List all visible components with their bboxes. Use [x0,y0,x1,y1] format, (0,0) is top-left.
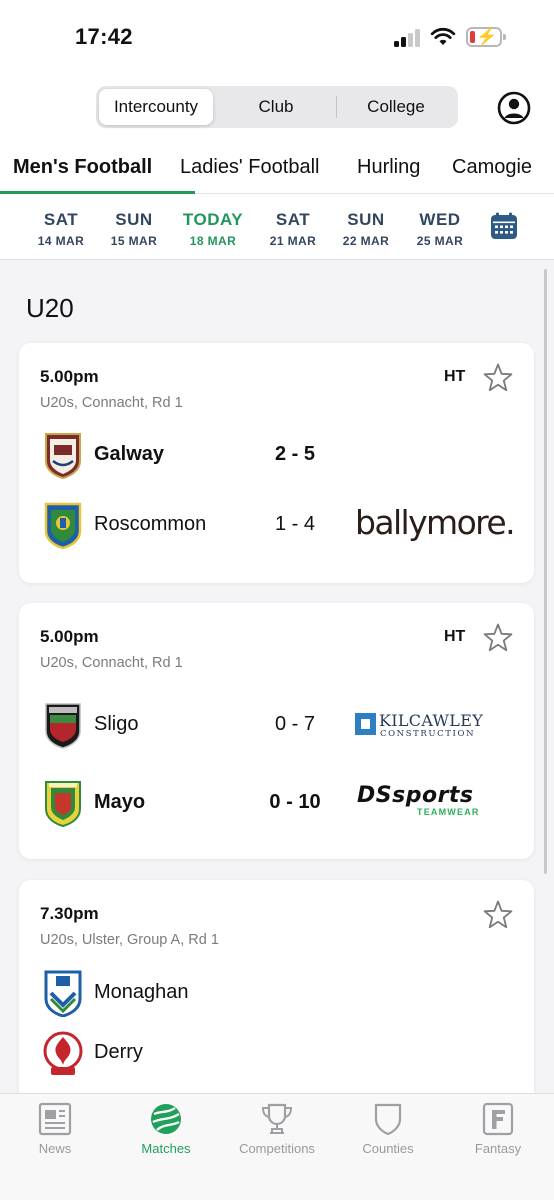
team-name: Roscommon [94,513,207,535]
status-time: 17:42 [75,24,133,49]
cellular-signal-icon [394,29,422,47]
tab-matches[interactable]: Matches [111,1102,221,1156]
matches-list[interactable]: U20 5.00pm U20s, Connacht, Rd 1 HT Galwa… [0,261,554,1093]
team-name: Derry [94,1041,143,1063]
team-row: Monaghan [43,969,523,1017]
section-title: U20 [26,293,74,323]
date-item[interactable]: SAT 21 MAR [253,210,333,248]
date-item[interactable]: SUN 15 MAR [94,210,174,248]
football-icon [151,1104,181,1134]
shield-icon [374,1103,402,1136]
tab-camogie[interactable]: Camogie [452,156,532,179]
roscommon-crest-icon [44,502,82,549]
sport-tabs: Men's Football Ladies' Football Hurling … [0,152,554,194]
star-icon[interactable] [482,622,514,654]
trophy-icon [261,1103,293,1134]
tab-fantasy[interactable]: Fantasy [443,1102,553,1156]
match-time: 5.00pm [40,627,99,646]
person-circle-icon[interactable] [497,91,531,125]
date-item[interactable]: SUN 22 MAR [326,210,406,248]
star-icon[interactable] [482,362,514,394]
match-card[interactable]: 5.00pm U20s, Connacht, Rd 1 HT Galway 2 … [19,343,534,583]
tab-ladies-football[interactable]: Ladies' Football [180,156,319,179]
match-status: HT [444,368,466,385]
bottom-tab-bar: News Matches Competitions Counties Fanta… [0,1093,554,1200]
team-row: Derry [43,1029,523,1077]
team-score: 1 - 4 [274,513,316,535]
match-card[interactable]: 5.00pm U20s, Connacht, Rd 1 HT Sligo 0 -… [19,603,534,859]
match-time: 7.30pm [40,904,99,923]
date-item[interactable]: N AR [0,210,10,248]
match-competition: U20s, Ulster, Group A, Rd 1 [40,932,219,948]
galway-crest-icon [45,433,81,479]
date-item-today[interactable]: TODAY 18 MAR [173,210,253,248]
status-bar: 17:42 ⚡ [0,0,554,70]
derry-crest-icon [43,1031,83,1075]
match-status: HT [444,628,466,645]
team-name: Monaghan [94,981,189,1003]
match-time: 5.00pm [40,367,99,386]
date-item[interactable]: WED 25 MAR [400,210,480,248]
tab-news[interactable]: News [0,1102,110,1156]
battery-charging-icon: ⚡ [466,27,506,47]
header: Intercounty Club College Men's Football … [0,70,554,194]
kilcawley-mark-icon [355,713,376,735]
team-name: Galway [94,443,165,465]
segment-intercounty[interactable]: Intercounty [99,89,213,125]
tab-counties[interactable]: Counties [333,1102,443,1156]
date-item[interactable]: SAT 14 MAR [21,210,101,248]
sligo-crest-icon [45,703,81,749]
team-row: Galway 2 - 5 [43,431,523,479]
tab-competitions[interactable]: Competitions [222,1102,332,1156]
segment-club[interactable]: Club [216,89,336,125]
news-icon [38,1102,72,1136]
segment-college[interactable]: College [337,89,455,125]
match-competition: U20s, Connacht, Rd 1 [40,395,183,411]
sponsor-ballymore-logo: ballymore. [355,503,516,542]
team-name: Mayo [94,791,146,813]
mayo-crest-icon [45,781,81,827]
date-selector: N AR SAT14 MAR SUN15 MAR TODAY18 MAR SAT… [0,194,554,260]
star-icon[interactable] [482,899,514,931]
calendar-icon[interactable] [490,212,518,240]
wifi-icon [430,27,456,45]
match-card[interactable]: 7.30pm U20s, Ulster, Group A, Rd 1 Monag… [19,880,534,1093]
team-score: 0 - 10 [269,791,321,813]
match-competition: U20s, Connacht, Rd 1 [40,655,183,671]
fantasy-icon [482,1102,514,1136]
team-name: Sligo [94,713,139,735]
monaghan-crest-icon [44,970,82,1017]
tab-hurling[interactable]: Hurling [357,156,420,179]
tab-mens-football[interactable]: Men's Football [13,156,152,179]
scrollbar[interactable] [544,269,547,874]
competition-level-segmented-control: Intercounty Club College [96,86,458,128]
team-score: 2 - 5 [274,443,316,465]
team-score: 0 - 7 [274,713,316,735]
